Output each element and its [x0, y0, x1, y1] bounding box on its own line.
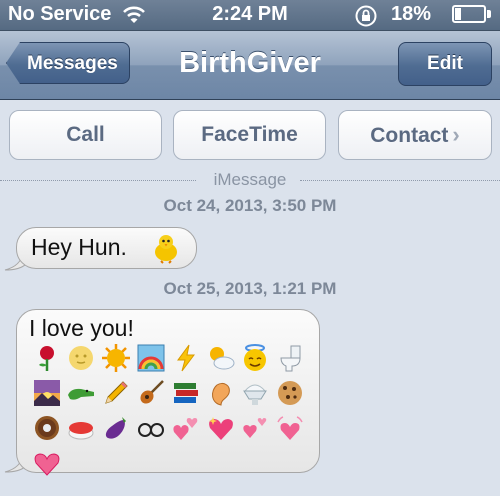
- rose-icon: [39, 346, 54, 371]
- call-button[interactable]: Call: [9, 110, 162, 160]
- guitar-icon: [140, 380, 164, 404]
- facetime-label: FaceTime: [201, 123, 298, 146]
- rainbow-icon: [137, 344, 165, 372]
- chick-emoji-icon: [155, 235, 177, 264]
- chevron-right-icon: ›: [452, 122, 460, 147]
- sun-behind-cloud-icon: [210, 347, 235, 370]
- full-moon-icon: [69, 346, 93, 370]
- message-text: I love you!: [29, 315, 134, 341]
- battery-cap: [487, 10, 491, 18]
- pink-heart-icon: [34, 453, 60, 476]
- sparkling-heart-icon: [209, 417, 233, 440]
- lightning-icon: [177, 344, 195, 372]
- sun-face-icon: [102, 344, 130, 372]
- battery-icon: [452, 5, 486, 23]
- toilet-icon: [280, 345, 301, 372]
- rotation-lock-icon: [355, 5, 377, 27]
- edit-button[interactable]: Edit: [398, 42, 492, 86]
- timestamp: Oct 25, 2013, 1:21 PM: [163, 279, 337, 298]
- beating-heart-icon: [277, 416, 303, 440]
- sunrise-icon: [34, 380, 60, 406]
- message-text: Hey Hun.: [31, 234, 127, 260]
- glasses-icon: [138, 423, 164, 437]
- imessage-separator: iMessage: [0, 170, 500, 192]
- eggplant-icon: [105, 417, 126, 439]
- two-hearts-icon: [173, 418, 198, 440]
- doughnut-icon: [35, 416, 59, 440]
- contact-label: Contact: [370, 124, 449, 147]
- books-icon: [174, 383, 198, 403]
- smiling-face-halo-icon: [244, 344, 266, 371]
- revolving-hearts-icon: [243, 418, 267, 438]
- pencil-icon: [105, 381, 128, 404]
- status-bar: No Service 2:24 PM 18%: [0, 0, 500, 31]
- conversation-title: BirthGiver: [179, 47, 321, 79]
- message-bubble[interactable]: I love you!: [16, 309, 320, 476]
- crocodile-icon: [68, 388, 94, 400]
- battery-percent: 18%: [391, 3, 432, 25]
- nav-bar: Messages BirthGiver Edit: [0, 31, 500, 100]
- cookie-icon: [278, 381, 302, 405]
- contact-button[interactable]: Contact ›: [338, 110, 492, 160]
- imessage-label: iMessage: [213, 170, 287, 189]
- message-bubble[interactable]: Hey Hun.: [16, 227, 197, 269]
- shell-icon: [212, 382, 230, 406]
- messages-back-button[interactable]: Messages: [6, 42, 130, 84]
- facetime-button[interactable]: FaceTime: [173, 110, 326, 160]
- sushi-icon: [68, 422, 94, 440]
- shaved-ice-icon: [243, 384, 267, 405]
- call-label: Call: [66, 123, 105, 146]
- timestamp: Oct 24, 2013, 3:50 PM: [163, 196, 337, 215]
